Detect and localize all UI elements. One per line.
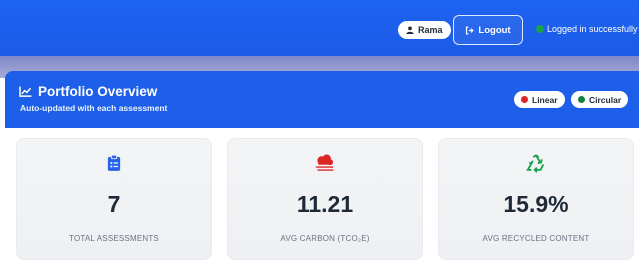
- user-badge[interactable]: Rama: [398, 21, 451, 39]
- status-text: Logged in successfully: [547, 24, 638, 34]
- login-status: Logged in successfully: [536, 24, 638, 34]
- user-name: Rama: [418, 25, 443, 35]
- portfolio-header: Portfolio Overview Auto-updated with eac…: [5, 71, 639, 128]
- legend-chip-circular[interactable]: Circular: [571, 91, 629, 108]
- stat-value: 11.21: [296, 191, 354, 217]
- circular-dot-icon: [578, 96, 585, 103]
- app-root: Rama Logout Logged in successfully Portf…: [0, 0, 639, 268]
- stat-card-avg-carbon: 11.21 AVG CARBON (TCO₂E): [227, 138, 423, 260]
- stats-cards: 7 TOTAL ASSESSMENTS 11.21 AVG CARBON (TC…: [5, 128, 639, 268]
- chip-label-linear: Linear: [532, 94, 558, 105]
- sign-out-icon: [466, 26, 475, 34]
- portfolio-subtitle: Auto-updated with each assessment: [20, 103, 168, 113]
- stat-label: AVG RECYCLED CONTENT: [482, 234, 590, 243]
- portfolio-title-text: Portfolio Overview: [38, 84, 158, 99]
- stat-value: 7: [107, 191, 121, 217]
- stat-label: TOTAL ASSESSMENTS: [69, 234, 159, 243]
- stat-value: 15.9%: [503, 191, 569, 217]
- stat-card-avg-recycled: 15.9% AVG RECYCLED CONTENT: [438, 138, 634, 260]
- chip-label-circular: Circular: [589, 94, 622, 105]
- linear-dot-icon: [521, 96, 528, 103]
- stat-card-total-assessments: 7 TOTAL ASSESSMENTS: [16, 138, 212, 260]
- recycle-icon: [525, 152, 547, 174]
- portfolio-title: Portfolio Overview: [19, 84, 157, 99]
- top-navbar: Rama Logout Logged in successfully: [0, 0, 639, 56]
- logout-label: Logout: [478, 24, 511, 36]
- legend-chip-linear[interactable]: Linear: [514, 91, 565, 108]
- line-chart-icon: [19, 86, 32, 97]
- status-dot-icon: [536, 25, 544, 33]
- stat-label: AVG CARBON (TCO₂E): [280, 234, 370, 243]
- user-icon: [406, 26, 414, 34]
- clipboard-list-icon: [103, 152, 125, 174]
- logout-button[interactable]: Logout: [453, 15, 523, 45]
- smog-cloud-icon: [314, 152, 336, 174]
